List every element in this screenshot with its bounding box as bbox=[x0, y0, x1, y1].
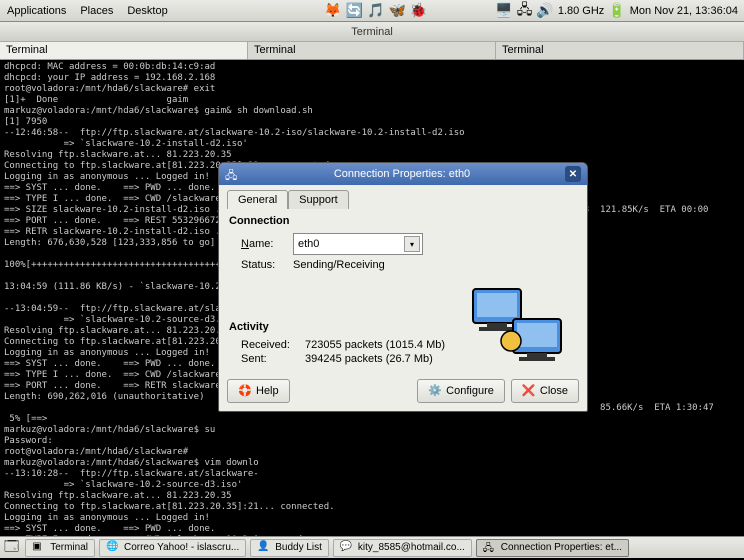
menu-places[interactable]: Places bbox=[73, 5, 120, 17]
task-chat[interactable]: 💬 kity_8585@hotmail.co... bbox=[333, 539, 472, 557]
task-buddylist[interactable]: 👤 Buddy List bbox=[250, 539, 329, 557]
battery-icon[interactable]: 🔋 bbox=[608, 2, 625, 19]
task-label: Terminal bbox=[50, 542, 88, 553]
volume-icon[interactable]: 🔊 bbox=[536, 2, 553, 19]
task-label: Correo Yahoo! - islascru... bbox=[124, 542, 239, 553]
help-icon: 🛟 bbox=[238, 384, 252, 398]
gear-icon: ⚙️ bbox=[428, 384, 442, 398]
show-desktop-icon[interactable]: 🗔 bbox=[4, 536, 19, 560]
dialog-close-button[interactable]: ✕ bbox=[565, 166, 581, 182]
chevron-down-icon[interactable]: ▾ bbox=[404, 236, 420, 252]
task-label: Connection Properties: et... bbox=[501, 542, 622, 553]
interface-name-select[interactable]: eth0 ▾ bbox=[293, 233, 423, 255]
configure-button-label: Configure bbox=[446, 385, 494, 397]
task-connection-properties[interactable]: 🖧 Connection Properties: et... bbox=[476, 539, 629, 557]
music-icon[interactable]: 🎵 bbox=[367, 2, 384, 19]
network-icon: 🖧 bbox=[483, 541, 497, 555]
top-panel: Applications Places Desktop 🦊 🔄 🎵 🦋 🐞 🖥️… bbox=[0, 0, 744, 22]
terminal-titlebar[interactable]: Terminal bbox=[0, 22, 744, 42]
task-label: kity_8585@hotmail.co... bbox=[358, 542, 465, 553]
terminal-title: Terminal bbox=[351, 26, 393, 38]
firefox-icon[interactable]: 🦊 bbox=[324, 2, 341, 19]
browser-icon: 🌐 bbox=[106, 541, 120, 555]
status-value: Sending/Receiving bbox=[293, 259, 385, 271]
label-status: Status: bbox=[241, 259, 293, 271]
tab-support[interactable]: Support bbox=[288, 190, 349, 209]
tray-icon-generic[interactable] bbox=[175, 3, 191, 19]
dialog-titlebar[interactable]: 🖧 Connection Properties: eth0 ✕ bbox=[219, 163, 587, 185]
bottom-taskbar: 🗔 ▣ Terminal 🌐 Correo Yahoo! - islascru.… bbox=[0, 536, 744, 558]
network-graphic-icon bbox=[467, 285, 567, 371]
connection-properties-dialog: 🖧 Connection Properties: eth0 ✕ General … bbox=[218, 162, 588, 412]
dialog-title-text: Connection Properties: eth0 bbox=[239, 168, 565, 180]
menu-desktop[interactable]: Desktop bbox=[120, 5, 174, 17]
terminal-tab-2[interactable]: Terminal bbox=[496, 42, 744, 59]
terminal-tab-1[interactable]: Terminal bbox=[248, 42, 496, 59]
dialog-app-icon: 🖧 bbox=[225, 167, 239, 181]
clock[interactable]: Mon Nov 21, 13:36:04 bbox=[630, 5, 738, 17]
close-button[interactable]: ❌ Close bbox=[511, 379, 579, 403]
task-label: Buddy List bbox=[275, 542, 322, 553]
dialog-body: General Support Connection Name: eth0 ▾ … bbox=[219, 185, 587, 411]
close-button-label: Close bbox=[540, 385, 568, 397]
terminal-tab-0[interactable]: Terminal bbox=[0, 42, 248, 59]
menu-applications[interactable]: Applications bbox=[0, 5, 73, 17]
butterfly-icon[interactable]: 🦋 bbox=[388, 2, 405, 19]
sent-value: 394245 packets (26.7 Mb) bbox=[305, 353, 433, 365]
buddy-icon: 👤 bbox=[257, 541, 271, 555]
close-icon: ❌ bbox=[522, 384, 536, 398]
cpu-indicator: 1.80 GHz bbox=[558, 5, 604, 17]
interface-name-value: eth0 bbox=[298, 238, 319, 250]
task-yahoo[interactable]: 🌐 Correo Yahoo! - islascru... bbox=[99, 539, 246, 557]
configure-button[interactable]: ⚙️ Configure bbox=[417, 379, 505, 403]
dialog-button-row: 🛟 Help ⚙️ Configure ❌ Close bbox=[227, 379, 579, 403]
update-icon[interactable]: 🔄 bbox=[346, 2, 363, 19]
chat-icon: 💬 bbox=[340, 541, 354, 555]
monitor-icon[interactable]: 🖥️ bbox=[495, 2, 512, 19]
label-name: Name: bbox=[241, 238, 293, 250]
label-received: Received: bbox=[241, 339, 305, 351]
dialog-tabs: General Support bbox=[227, 190, 579, 209]
help-button[interactable]: 🛟 Help bbox=[227, 379, 290, 403]
terminal-tabs: Terminal Terminal Terminal bbox=[0, 42, 744, 60]
received-value: 723055 packets (1015.4 Mb) bbox=[305, 339, 445, 351]
tab-general[interactable]: General bbox=[227, 190, 288, 209]
terminal-icon: ▣ bbox=[32, 541, 46, 555]
task-terminal[interactable]: ▣ Terminal bbox=[25, 539, 95, 557]
network-icon[interactable]: 🖧 bbox=[517, 0, 533, 23]
system-tray: 🦊 🔄 🎵 🦋 🐞 🖥️ 🖧 🔊 1.80 GHz 🔋 Mon Nov 21, … bbox=[324, 0, 744, 23]
help-button-label: Help bbox=[256, 385, 279, 397]
section-connection: Connection bbox=[229, 215, 579, 227]
label-sent: Sent: bbox=[241, 353, 305, 365]
bug-icon[interactable]: 🐞 bbox=[410, 2, 427, 19]
